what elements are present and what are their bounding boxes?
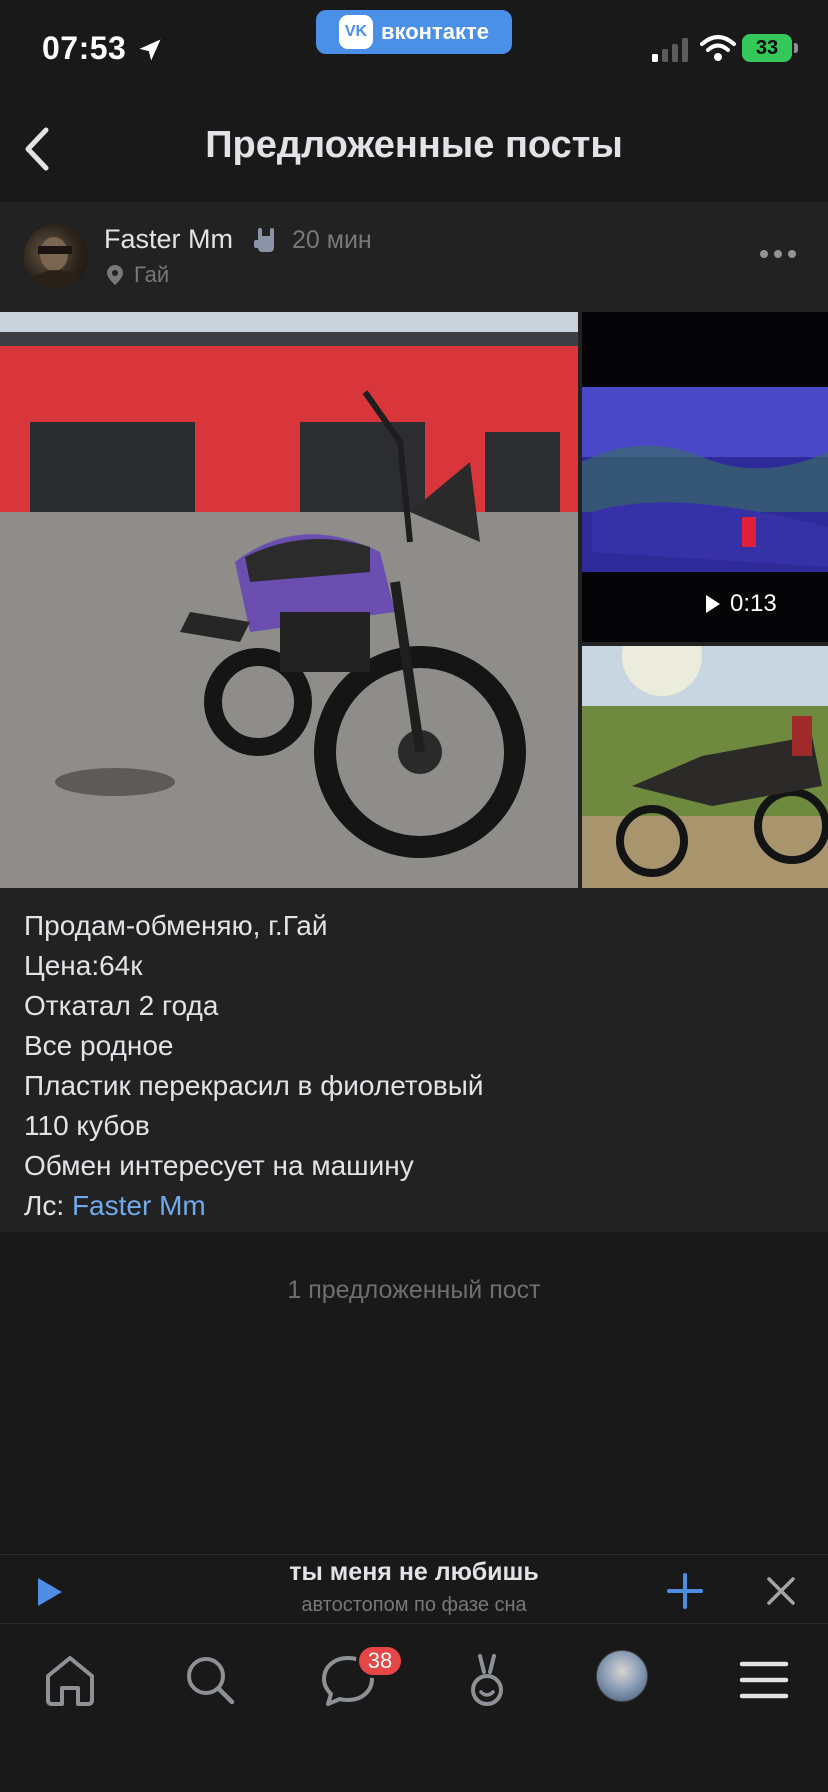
location-arrow-icon: [139, 39, 161, 61]
post-photo-side[interactable]: [582, 646, 828, 888]
motorcycle-photo: [0, 312, 578, 888]
post-text-line: 110 кубов: [24, 1110, 150, 1141]
post-photo-main[interactable]: [0, 312, 578, 888]
add-track-icon[interactable]: [666, 1572, 704, 1610]
more-options-icon[interactable]: [760, 250, 800, 264]
home-icon[interactable]: [40, 1650, 100, 1710]
battery-indicator: 33: [742, 34, 798, 62]
motorcycle-field-photo: [582, 646, 828, 888]
post-text-line: Продам-обменяю, г.Гай: [24, 910, 328, 941]
clips-icon[interactable]: [456, 1650, 516, 1710]
vk-app-label: вконтакте: [380, 19, 489, 44]
wifi-icon: [700, 35, 736, 61]
battery-level: 33: [755, 36, 779, 59]
post-time: 20 мин: [292, 226, 372, 254]
more-dot: [760, 250, 768, 258]
video-duration-label: 0:13: [730, 590, 777, 617]
contact-prefix: Лс:: [24, 1190, 72, 1221]
messages-badge: 38: [356, 1644, 404, 1678]
post-contact-line: Лс: Faster Mm: [24, 1186, 804, 1226]
suggested-post-count: 1 предложенный пост: [287, 1276, 541, 1304]
post-text-line: Пластик перекрасил в фиолетовый: [24, 1070, 484, 1101]
contact-link[interactable]: Faster Mm: [72, 1190, 206, 1221]
post-video-thumbnail[interactable]: [582, 312, 828, 642]
cellular-signal-icon: [652, 38, 688, 62]
post-location[interactable]: Гай: [134, 262, 169, 288]
search-icon[interactable]: [180, 1650, 240, 1710]
vk-app-pill[interactable]: VK вконтакте: [316, 10, 512, 54]
tab-bar: [0, 1625, 828, 1792]
vk-logo-icon: VK: [338, 15, 373, 49]
more-dot: [788, 250, 796, 258]
video-play-icon: [706, 595, 720, 613]
page-title: Предложенные посты: [205, 124, 623, 166]
author-avatar[interactable]: [24, 224, 88, 288]
post-text-line: Все родное: [24, 1030, 174, 1061]
profile-avatar-tab[interactable]: [596, 1650, 648, 1702]
menu-icon[interactable]: [734, 1650, 794, 1710]
post-text: Продам-обменяю, г.Гай Цена:64к Откатал 2…: [24, 906, 804, 1226]
post-text-line: Цена:64к: [24, 950, 143, 981]
close-player-icon[interactable]: [766, 1576, 796, 1606]
post-text-line: Откатал 2 года: [24, 990, 219, 1021]
video-frame: [582, 387, 828, 572]
location-pin-icon: [107, 265, 123, 285]
rock-hand-emoji-icon: [254, 228, 274, 252]
post-author-name[interactable]: Faster Mm: [104, 224, 233, 255]
avatar-photo: [30, 237, 82, 288]
post-text-line: Обмен интересует на машину: [24, 1150, 414, 1181]
status-time: 07:53: [42, 30, 127, 66]
video-duration: 0:13: [706, 590, 777, 618]
more-dot: [774, 250, 782, 258]
